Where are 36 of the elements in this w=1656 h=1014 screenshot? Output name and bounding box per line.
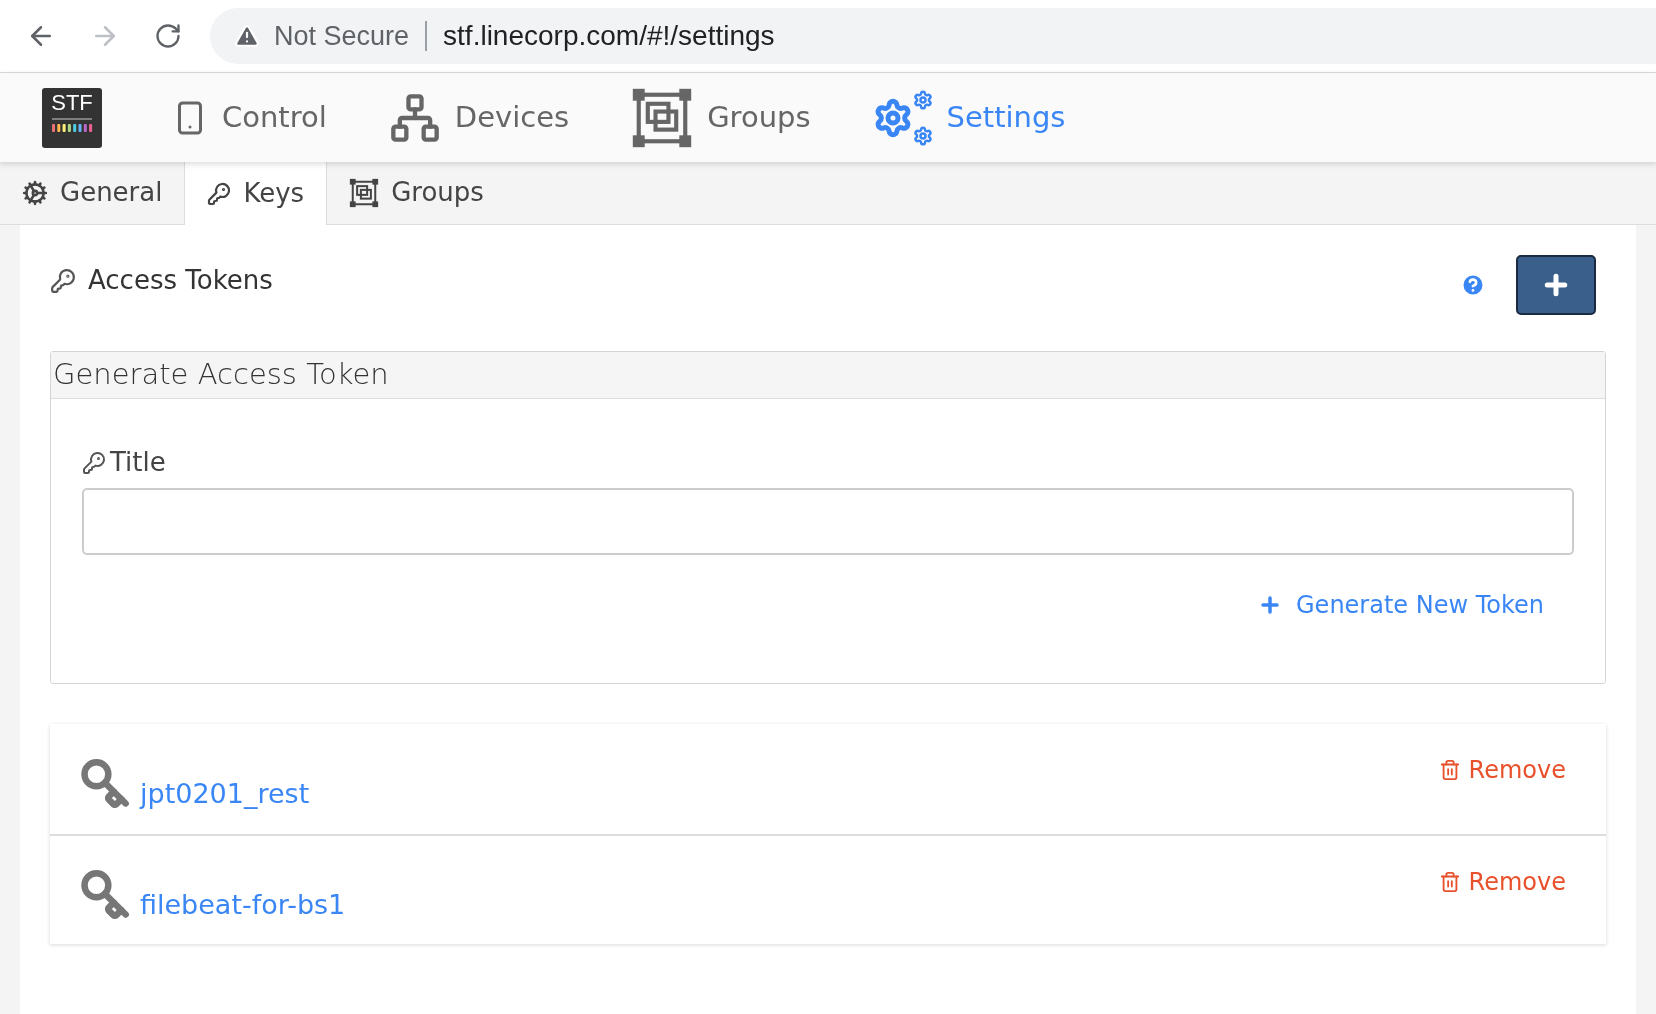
trash-icon <box>1438 871 1461 893</box>
security-label: Not Secure <box>274 19 410 53</box>
address-bar[interactable]: Not Secure stf.linecorp.com/#!/settings <box>210 8 1656 64</box>
warning-icon <box>234 23 260 49</box>
key-icon <box>82 450 106 475</box>
key-icon <box>78 758 130 810</box>
key-icon <box>207 181 232 206</box>
remove-button[interactable]: Remove <box>1438 864 1566 900</box>
token-link[interactable]: jpt0201_rest <box>140 773 310 815</box>
hierarchy-icon <box>388 91 441 144</box>
help-icon[interactable] <box>1460 272 1486 298</box>
trash-icon <box>1438 759 1461 781</box>
key-icon <box>50 267 76 294</box>
gears-icon <box>22 179 48 206</box>
url-text: stf.linecorp.com/#!/settings <box>443 19 775 53</box>
tab[interactable]: Keys <box>184 161 328 225</box>
groups-icon <box>349 177 380 208</box>
nav-link[interactable]: Groups <box>631 86 811 149</box>
generate-token-link[interactable]: Generate New Token <box>1258 587 1544 623</box>
nav-link[interactable]: Control <box>172 95 327 140</box>
app-logo[interactable]: STF <box>42 87 102 148</box>
reload-button[interactable] <box>154 22 182 50</box>
panel-title: Generate Access Token <box>53 356 389 394</box>
token-link[interactable]: filebeat-for-bs1 <box>140 884 346 926</box>
tab[interactable]: General <box>0 161 185 224</box>
groups-icon <box>631 86 694 149</box>
title-input[interactable] <box>82 488 1574 555</box>
field-label: Title <box>110 446 166 479</box>
section-title: Access Tokens <box>88 264 273 297</box>
tab[interactable]: Groups <box>327 161 506 224</box>
plus-icon <box>1258 593 1282 617</box>
nav-link[interactable]: Settings <box>872 89 1066 146</box>
nav-link[interactable]: Devices <box>388 91 570 144</box>
key-icon <box>78 869 130 921</box>
remove-button[interactable]: Remove <box>1438 752 1566 788</box>
add-button[interactable] <box>1516 255 1596 315</box>
